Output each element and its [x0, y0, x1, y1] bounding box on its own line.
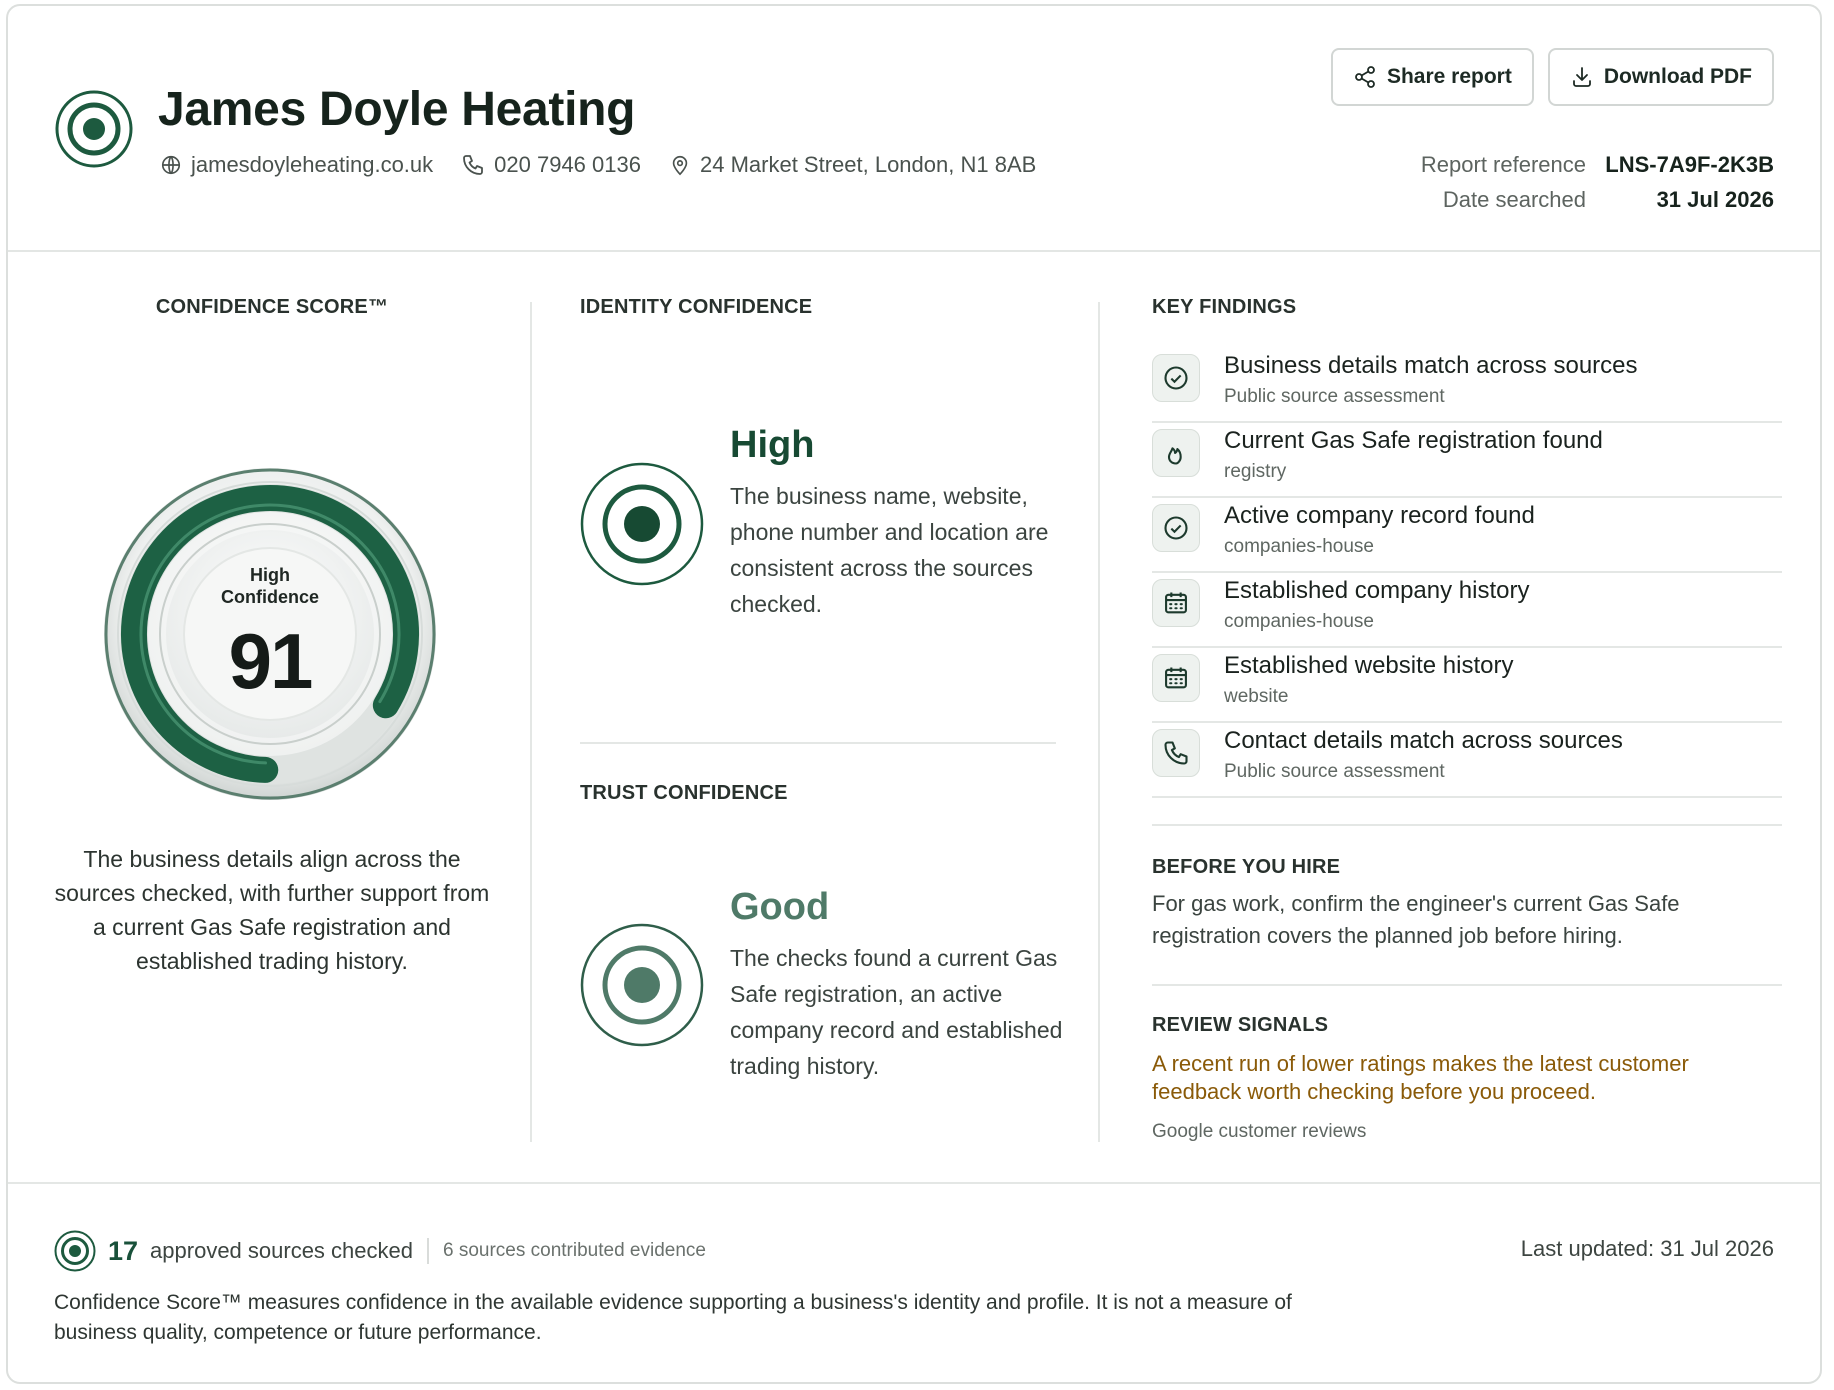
sources-summary: 17 approved sources checked 6 sources co… — [54, 1230, 706, 1272]
sources-contributed: 6 sources contributed evidence — [442, 1240, 706, 1261]
download-icon — [1572, 67, 1591, 87]
target-logo-icon — [55, 90, 133, 168]
finding-item: Established website history website — [1152, 648, 1782, 723]
score-label: High Confidence — [52, 564, 488, 608]
finding-source: website — [1224, 686, 1289, 707]
column-divider — [530, 302, 532, 1142]
finding-title: Contact details match across sources — [1224, 727, 1623, 754]
last-updated: Last updated: 31 Jul 2026 — [1520, 1236, 1774, 1261]
download-pdf-button[interactable]: Download PDF — [1547, 48, 1774, 106]
finding-source: registry — [1224, 461, 1287, 482]
check-circle-icon — [1152, 504, 1200, 552]
flame-icon — [1152, 429, 1200, 477]
finding-item: Established company history companies-ho… — [1152, 573, 1782, 648]
finding-item: Active company record found companies-ho… — [1152, 498, 1782, 573]
address-item: 24 Market Street, London, N1 8AB — [669, 152, 1036, 178]
header-actions: Share report Download PDF — [1317, 48, 1774, 106]
date-searched-label: Date searched — [1442, 187, 1586, 212]
calendar-icon — [1152, 579, 1200, 627]
review-signals-warning: A recent run of lower ratings makes the … — [1152, 1051, 1689, 1104]
key-findings-panel: KEY FINDINGS Business details match acro… — [1152, 296, 1782, 1142]
report-card: James Doyle Heating jamesdoyleheating.co… — [6, 4, 1822, 1384]
globe-icon — [161, 155, 181, 175]
report-meta: Report reference LNS-7A9F-2K3B Date sear… — [1396, 152, 1774, 222]
separator — [426, 1238, 429, 1264]
download-pdf-label: Download PDF — [1603, 65, 1752, 88]
disclaimer-note: Confidence Score™ measures confidence in… — [54, 1291, 1292, 1344]
confidence-score-title: CONFIDENCE SCORE™ — [155, 296, 389, 318]
review-signals-source: Google customer reviews — [1152, 1121, 1367, 1142]
map-pin-icon — [672, 155, 688, 176]
share-icon — [1355, 66, 1375, 88]
sources-label: approved sources checked — [150, 1238, 413, 1263]
calendar-icon — [1152, 654, 1200, 702]
identity-confidence-title: IDENTITY CONFIDENCE — [580, 296, 813, 318]
phone-link[interactable]: 020 7946 0136 — [461, 152, 641, 178]
key-findings-title: KEY FINDINGS — [1152, 296, 1297, 318]
finding-title: Established company history — [1224, 577, 1530, 604]
contact-details: jamesdoyleheating.co.uk 020 7946 0136 24… — [160, 152, 1064, 178]
website-text: jamesdoyleheating.co.uk — [191, 152, 434, 177]
before-you-hire-text: For gas work, confirm the engineer's cur… — [1152, 891, 1680, 948]
confidence-score-description: The business details align across the so… — [54, 846, 490, 974]
confidence-breakdown-panel: IDENTITY CONFIDENCE High The business na… — [580, 296, 1062, 1079]
report-reference-value: LNS-7A9F-2K3B — [1605, 152, 1774, 177]
target-icon — [54, 1230, 96, 1272]
identity-target-icon — [580, 462, 704, 586]
section-divider — [1152, 984, 1782, 986]
finding-source: Public source assessment — [1224, 761, 1445, 782]
finding-item: Current Gas Safe registration found regi… — [1152, 423, 1782, 498]
section-divider — [1152, 824, 1782, 826]
phone-icon — [1152, 729, 1200, 777]
finding-title: Active company record found — [1224, 502, 1535, 529]
phone-icon — [463, 155, 484, 175]
trust-description: The checks found a current Gas Safe regi… — [730, 945, 1063, 1079]
trust-target-icon — [580, 923, 704, 1047]
finding-item: Contact details match across sources Pub… — [1152, 723, 1782, 798]
check-circle-icon — [1152, 354, 1200, 402]
finding-title: Business details match across sources — [1224, 352, 1638, 379]
finding-source: Public source assessment — [1224, 386, 1445, 407]
website-link[interactable]: jamesdoyleheating.co.uk — [160, 152, 433, 178]
phone-text: 020 7946 0136 — [494, 152, 641, 177]
report-footer: 17 approved sources checked 6 sources co… — [8, 1182, 1820, 1382]
report-reference-label: Report reference — [1420, 152, 1586, 177]
score-label-line2: Confidence — [220, 587, 319, 607]
before-you-hire-title: BEFORE YOU HIRE — [1152, 856, 1341, 878]
report-header: James Doyle Heating jamesdoyleheating.co… — [8, 6, 1820, 252]
score-label-line1: High — [250, 565, 290, 585]
review-signals-title: REVIEW SIGNALS — [1152, 1014, 1329, 1036]
business-name: James Doyle Heating — [158, 83, 636, 136]
confidence-score-panel: CONFIDENCE SCORE™ High Confidence 91 The… — [52, 296, 492, 974]
share-report-button[interactable]: Share report — [1330, 48, 1534, 106]
finding-source: companies-house — [1224, 536, 1374, 557]
address-text: 24 Market Street, London, N1 8AB — [699, 152, 1037, 177]
score-value: 91 — [228, 617, 314, 705]
identity-description: The business name, website, phone number… — [730, 483, 1049, 617]
date-searched-value: 31 Jul 2026 — [1656, 187, 1774, 212]
section-divider — [580, 742, 1056, 744]
trust-confidence-title: TRUST CONFIDENCE — [580, 782, 788, 804]
finding-source: companies-house — [1224, 611, 1374, 632]
trust-level: Good — [730, 886, 830, 928]
share-report-label: Share report — [1386, 65, 1512, 88]
sources-count: 17 — [108, 1235, 139, 1266]
finding-title: Established website history — [1224, 652, 1514, 679]
identity-level: High — [730, 424, 815, 466]
finding-title: Current Gas Safe registration found — [1224, 427, 1603, 454]
finding-item: Business details match across sources Pu… — [1152, 348, 1782, 423]
column-divider — [1098, 302, 1100, 1142]
